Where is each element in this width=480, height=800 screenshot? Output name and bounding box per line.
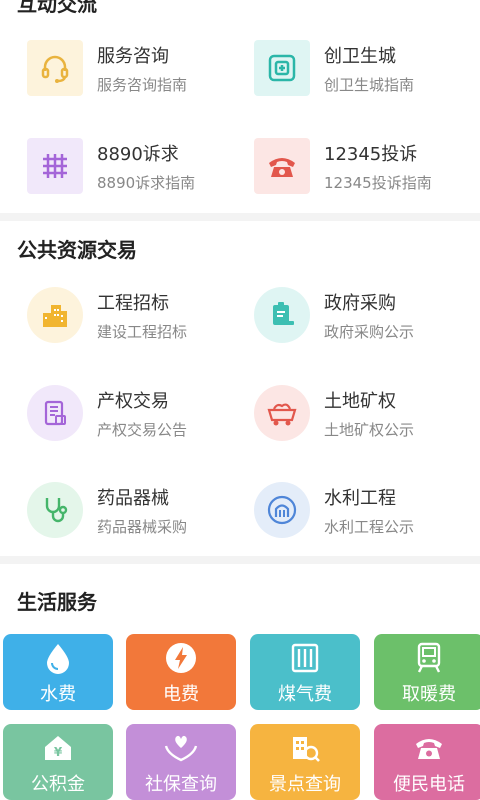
grid-item-title: 政府采购 — [324, 293, 396, 314]
grid-item-title: 创卫生城 — [324, 46, 396, 67]
tile-water-fee[interactable]: 水费 — [3, 634, 113, 710]
grid-item-8890-request[interactable]: 8890诉求 8890诉求指南 — [17, 134, 247, 204]
stethoscope-icon — [27, 482, 83, 538]
tile-label: 水费 — [40, 684, 76, 705]
grid-item-subtitle: 产权交易公告 — [97, 421, 188, 439]
headset-icon — [27, 40, 83, 96]
tile-label: 煤气费 — [278, 684, 332, 705]
house-yuan-icon: ¥ — [3, 730, 113, 766]
clipboard-icon — [254, 287, 310, 343]
grid-item-gov-procurement[interactable]: 政府采购 政府采购公示 — [244, 283, 474, 353]
water-drop-icon — [3, 640, 113, 676]
svg-text:¥: ¥ — [54, 745, 63, 759]
grid-item-title: 服务咨询 — [97, 46, 169, 67]
grid-item-subtitle: 创卫生城指南 — [324, 76, 415, 94]
lightning-icon — [126, 640, 236, 676]
grid-item-title: 工程招标 — [97, 293, 169, 314]
tile-housing-fund[interactable]: ¥ 公积金 — [3, 724, 113, 800]
grid-item-subtitle: 水利工程公示 — [324, 518, 415, 536]
section-title-interaction: 互动交流 — [17, 0, 97, 16]
property-document-icon — [27, 385, 83, 441]
grid-item-title: 产权交易 — [97, 391, 169, 412]
grid-item-service-consult[interactable]: 服务咨询 服务咨询指南 — [17, 36, 247, 106]
grid-item-subtitle: 政府采购公示 — [324, 323, 415, 341]
section-divider — [0, 556, 480, 564]
telephone-icon — [254, 138, 310, 194]
mine-cart-icon — [254, 385, 310, 441]
grid-item-subtitle: 建设工程招标 — [97, 323, 188, 341]
tile-scenic-query[interactable]: 景点查询 — [250, 724, 360, 800]
water-gate-icon — [254, 482, 310, 538]
grid-item-title: 12345投诉 — [324, 144, 418, 165]
train-icon — [374, 640, 480, 676]
building-search-icon — [250, 730, 360, 766]
grid-item-title: 土地矿权 — [324, 391, 396, 412]
grid-item-subtitle: 8890诉求指南 — [97, 174, 196, 192]
grid-hash-icon — [27, 138, 83, 194]
grid-item-subtitle: 12345投诉指南 — [324, 174, 432, 192]
section-divider — [0, 213, 480, 221]
tile-label: 社保查询 — [145, 774, 217, 795]
tile-label: 电费 — [163, 684, 199, 705]
section-title-trading: 公共资源交易 — [17, 238, 137, 262]
grid-item-title: 水利工程 — [324, 488, 396, 509]
tile-label: 景点查询 — [269, 774, 341, 795]
grid-item-land-mining[interactable]: 土地矿权 土地矿权公示 — [244, 381, 474, 451]
heart-hands-icon — [126, 730, 236, 766]
tile-heating-fee[interactable]: 取暖费 — [374, 634, 480, 710]
grid-item-water-engineering[interactable]: 水利工程 水利工程公示 — [244, 478, 474, 548]
building-icon — [27, 287, 83, 343]
grid-item-title: 药品器械 — [97, 488, 169, 509]
section-title-life: 生活服务 — [17, 590, 97, 614]
heater-icon — [250, 640, 360, 676]
grid-item-subtitle: 服务咨询指南 — [97, 76, 188, 94]
grid-item-property-trade[interactable]: 产权交易 产权交易公告 — [17, 381, 247, 451]
tile-electricity-fee[interactable]: 电费 — [126, 634, 236, 710]
medical-cross-icon — [254, 40, 310, 96]
grid-item-title: 8890诉求 — [97, 144, 179, 165]
telephone-icon — [374, 730, 480, 766]
tile-label: 公积金 — [31, 774, 85, 795]
grid-item-subtitle: 药品器械采购 — [97, 518, 188, 536]
grid-item-subtitle: 土地矿权公示 — [324, 421, 415, 439]
tile-gas-fee[interactable]: 煤气费 — [250, 634, 360, 710]
grid-item-medical-supplies[interactable]: 药品器械 药品器械采购 — [17, 478, 247, 548]
grid-item-sanitation-city[interactable]: 创卫生城 创卫生城指南 — [244, 36, 474, 106]
grid-item-12345-complaint[interactable]: 12345投诉 12345投诉指南 — [244, 134, 474, 204]
tile-label: 取暖费 — [402, 684, 456, 705]
grid-item-engineering-bid[interactable]: 工程招标 建设工程招标 — [17, 283, 247, 353]
tile-social-security[interactable]: 社保查询 — [126, 724, 236, 800]
tile-hotline[interactable]: 便民电话 — [374, 724, 480, 800]
tile-label: 便民电话 — [393, 774, 465, 795]
